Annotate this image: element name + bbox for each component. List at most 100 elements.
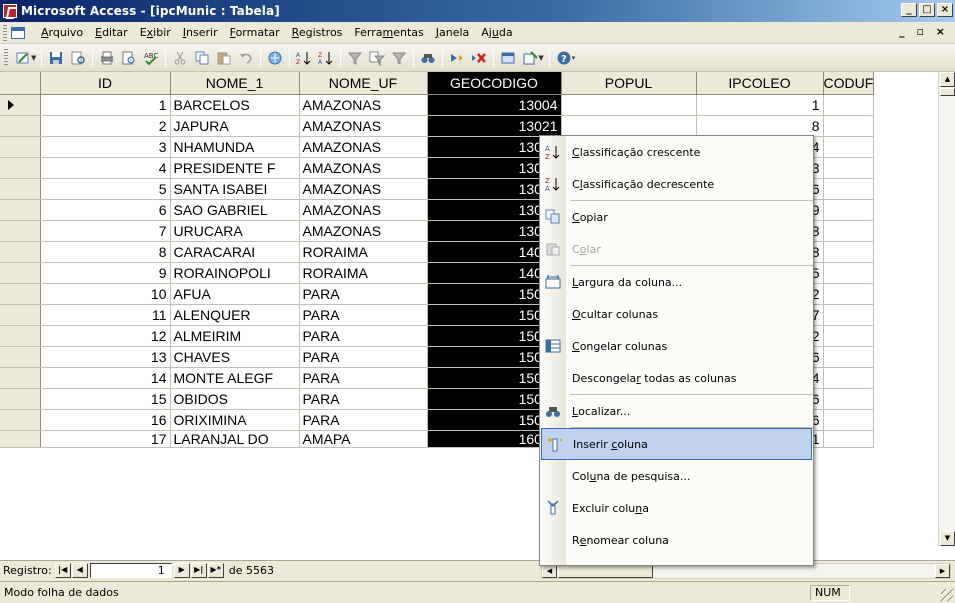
cell-id[interactable]: 5 [40,178,171,200]
cell-uf[interactable]: PARA [299,283,428,305]
record-selector[interactable] [0,115,41,137]
cell-nome[interactable]: ORIXIMINA [170,409,300,431]
record-selector[interactable] [0,136,41,158]
save-icon[interactable] [46,48,66,68]
cell-uf[interactable]: PARA [299,304,428,326]
cell-nome[interactable]: CHAVES [170,346,300,368]
ctx-item-classificação-crescente[interactable]: A Z Classificação crescente [540,136,813,168]
new-record-icon[interactable] [447,48,467,68]
cell-coduf[interactable] [823,199,875,221]
access-app-icon[interactable] [3,4,17,18]
database-window-icon[interactable] [498,48,518,68]
cut-icon[interactable] [170,48,190,68]
cell-uf[interactable]: RORAIMA [299,262,428,284]
filter-by-selection-icon[interactable] [345,48,365,68]
ctx-item-excluir-coluna[interactable]: Excluir colu n a [540,492,813,524]
record-selector[interactable] [0,430,41,448]
record-selector[interactable] [0,178,41,200]
record-selector[interactable] [0,367,41,389]
new-object-icon[interactable] [520,48,540,68]
help-icon[interactable]: ? [554,48,574,68]
title-bar[interactable]: Microsoft Access - [ipcMunic : Tabela] _… [0,0,955,22]
record-selector[interactable] [0,241,41,263]
cell-id[interactable]: 3 [40,136,171,158]
cell-nome[interactable]: JAPURA [170,115,300,137]
cell-popul[interactable] [561,115,697,137]
scroll-right-arrow-icon[interactable]: ▶ [935,564,950,578]
cell-nome[interactable]: ALMEIRIM [170,325,300,347]
ctx-item-colar[interactable]: Co lar [540,233,813,265]
record-selector[interactable] [0,304,41,326]
record-selector[interactable] [0,283,41,305]
cell-uf[interactable]: RORAIMA [299,241,428,263]
cell-nome[interactable]: RORAINOPOLI [170,262,300,284]
cell-coduf[interactable] [823,136,875,158]
previous-record-icon[interactable]: ◀ [71,563,88,578]
vertical-scroll-thumb[interactable] [940,88,955,96]
cell-uf[interactable]: AMAPA [299,430,428,448]
scroll-down-arrow-icon[interactable]: ▼ [940,531,955,546]
filter-by-form-icon[interactable] [367,48,387,68]
cell-nome[interactable]: AFUA [170,283,300,305]
cell-id[interactable]: 13 [40,346,171,368]
ctx-item-coluna-de-pesquisa[interactable]: Col u na de pesquisa... [540,460,813,492]
ctx-item-ocultar-colunas[interactable]: Ocultar colunas [540,298,813,330]
paste-icon[interactable] [214,48,234,68]
cell-coduf[interactable] [823,304,875,326]
cell-nome[interactable]: BARCELOS [170,94,300,116]
column-header[interactable]: NOME_1 [170,72,300,95]
hyperlink-icon[interactable] [265,48,285,68]
cell-geocodigo[interactable]: 13021 [427,115,562,137]
delete-record-icon[interactable] [469,48,489,68]
column-header[interactable]: CODUF [823,72,875,95]
cell-nome[interactable]: URUCARA [170,220,300,242]
cell-coduf[interactable] [823,178,875,200]
menu-2[interactable]: Exibir [134,24,177,41]
cell-uf[interactable]: AMAZONAS [299,136,428,158]
cell-id[interactable]: 8 [40,241,171,263]
scroll-up-arrow-icon[interactable]: ▲ [940,72,955,87]
cell-coduf[interactable] [823,94,875,116]
cell-uf[interactable]: AMAZONAS [299,199,428,221]
cell-coduf[interactable] [823,367,875,389]
menu-1[interactable]: Editar [89,24,134,41]
cell-uf[interactable]: AMAZONAS [299,178,428,200]
ctx-item-descongelar-todas-as-colunas[interactable]: Descongela r todas as colunas [540,362,813,394]
next-record-icon[interactable]: ▶ [173,563,190,578]
copy-icon[interactable] [192,48,212,68]
cell-nome[interactable]: CARACARAI [170,241,300,263]
cell-nome[interactable]: SANTA ISABEI [170,178,300,200]
cell-uf[interactable]: PARA [299,346,428,368]
cell-coduf[interactable] [823,157,875,179]
cell-ipcoleo[interactable]: 8 [696,115,824,137]
cell-uf[interactable]: AMAZONAS [299,94,428,116]
ctx-item-localizar[interactable]: Localizar... [540,395,813,427]
spelling-icon[interactable]: ABC [141,48,161,68]
cell-coduf[interactable] [823,325,875,347]
cell-coduf[interactable] [823,220,875,242]
cell-uf[interactable]: AMAZONAS [299,115,428,137]
table-row[interactable]: 2 JAPURA AMAZONAS 13021 8 [0,115,875,137]
cell-uf[interactable]: PARA [299,367,428,389]
select-all-corner[interactable] [0,72,41,95]
cell-nome[interactable]: OBIDOS [170,388,300,410]
cell-id[interactable]: 12 [40,325,171,347]
cell-coduf[interactable] [823,241,875,263]
menu-8[interactable]: Ajuda [475,24,518,41]
record-selector[interactable] [0,262,41,284]
sort-descending-icon[interactable]: ZA [316,48,336,68]
sort-ascending-icon[interactable]: AZ [294,48,314,68]
cell-geocodigo[interactable]: 13004 [427,94,562,116]
column-header[interactable]: IPCOLEO [696,72,824,95]
column-header[interactable]: POPUL [561,72,697,95]
cell-coduf[interactable] [823,409,875,431]
undo-icon[interactable] [236,48,256,68]
record-selector[interactable] [0,388,41,410]
minimize-button[interactable]: _ [901,3,917,17]
apply-filter-icon[interactable] [389,48,409,68]
cell-nome[interactable]: NHAMUNDA [170,136,300,158]
cell-coduf[interactable] [823,388,875,410]
vertical-scrollbar[interactable]: ▲ ▼ [938,72,955,546]
view-design-icon[interactable] [13,48,33,68]
close-button[interactable]: × [937,3,953,17]
